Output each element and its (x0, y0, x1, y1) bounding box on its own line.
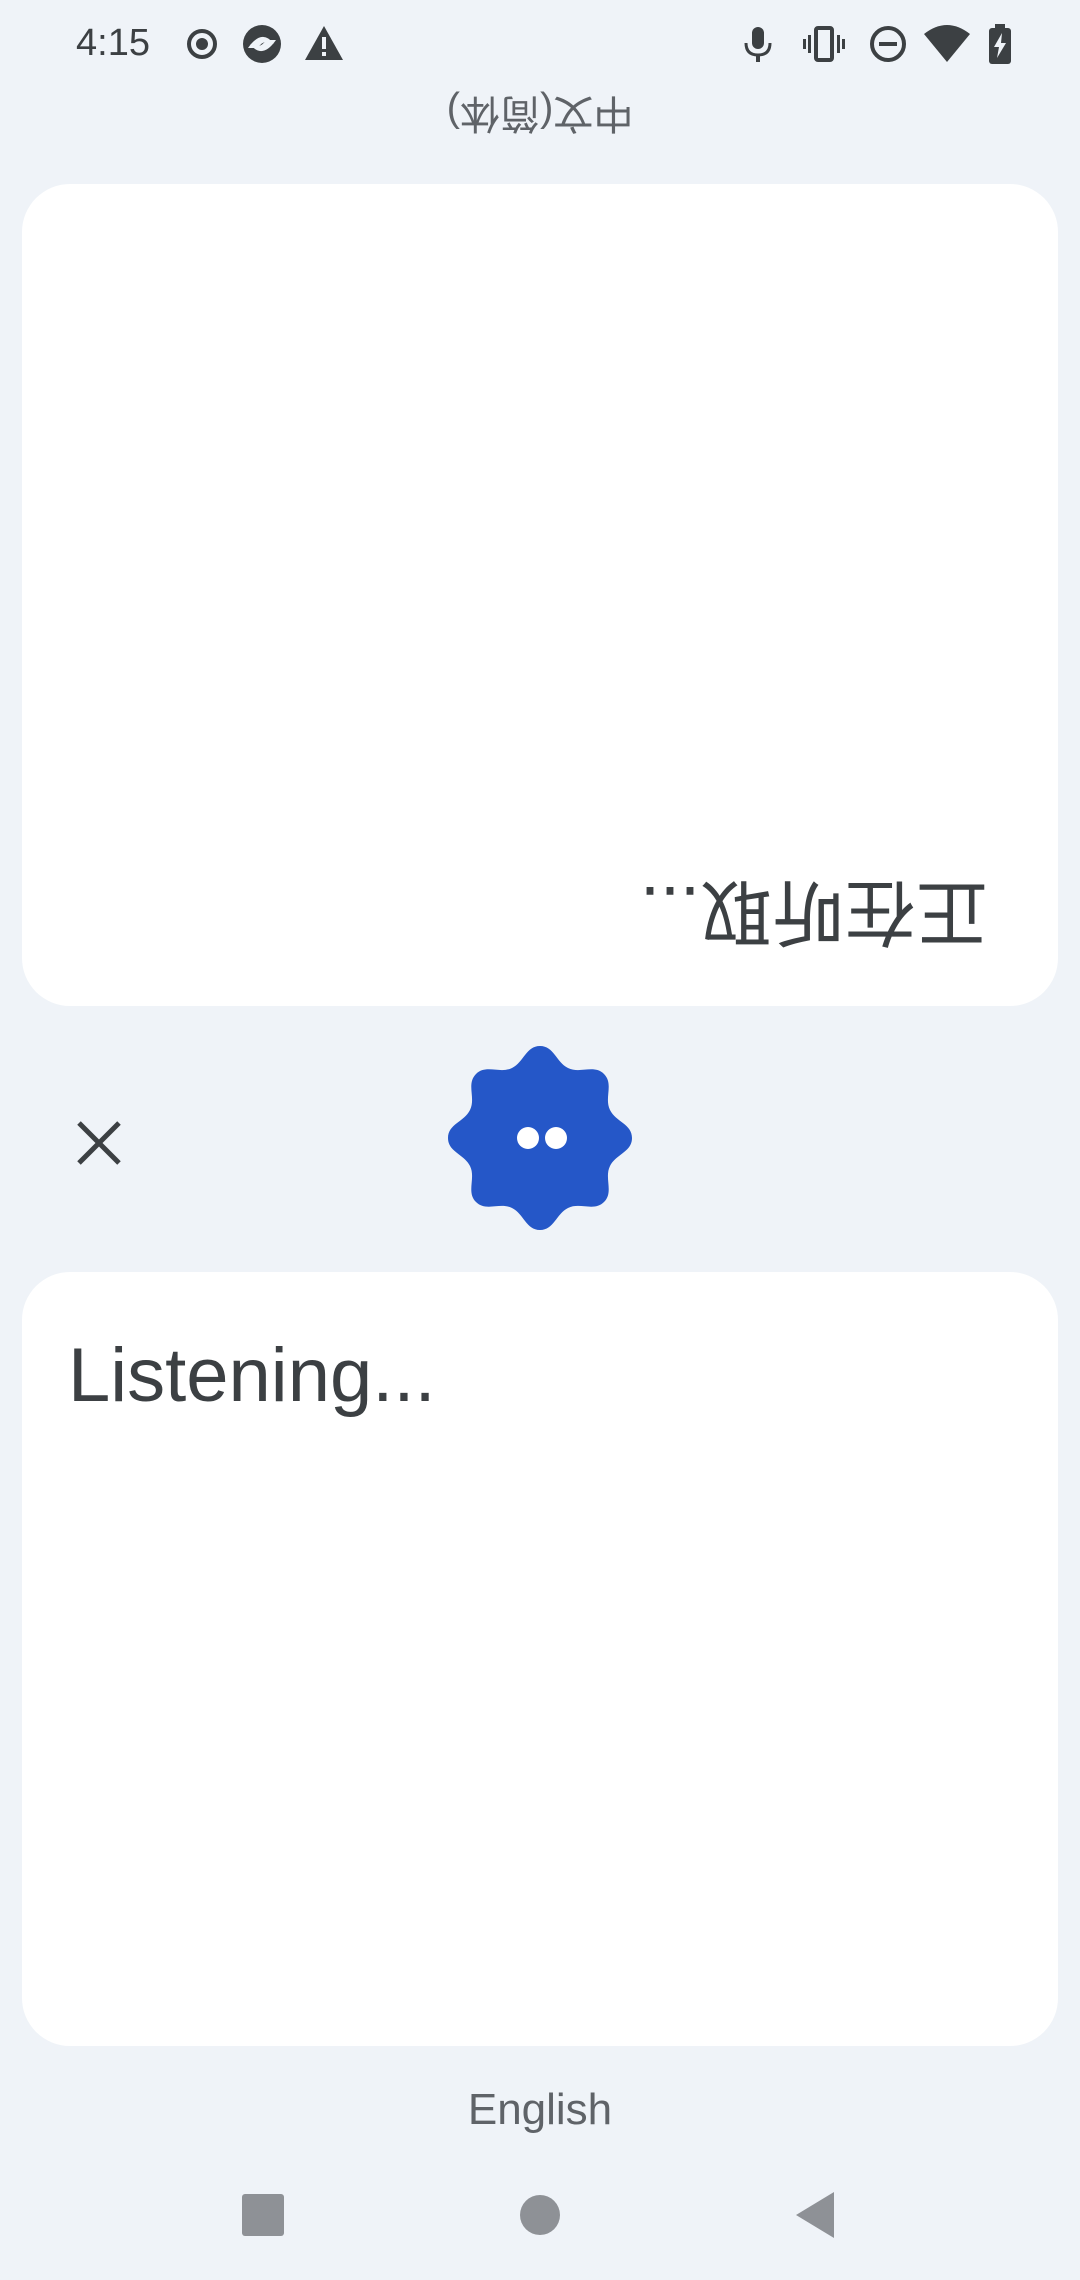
warning-icon (305, 26, 343, 60)
record-icon (187, 29, 217, 59)
bottom-language-label[interactable]: English (0, 2085, 1080, 2135)
bottom-transcript-card: Listening... (22, 1272, 1058, 2046)
top-transcript-card: 正在听取... (22, 184, 1058, 1006)
recents-button[interactable] (228, 2180, 298, 2250)
status-bar: 4:15 (0, 0, 1080, 90)
top-language-label[interactable]: 中文(简体) (0, 88, 1080, 146)
battery-charging-icon (989, 24, 1011, 64)
wifi-icon (924, 25, 970, 62)
close-icon[interactable] (64, 1108, 134, 1178)
back-button[interactable] (782, 2180, 852, 2250)
mic-icon (744, 27, 772, 62)
home-button[interactable] (505, 2180, 575, 2250)
dnd-icon (870, 26, 906, 62)
vibrate-icon (803, 26, 845, 62)
bottom-listening-text: Listening... (68, 1333, 436, 1418)
mic-badge-icon[interactable] (444, 1042, 636, 1234)
top-listening-text: 正在听取... (640, 871, 989, 951)
app-icon (243, 25, 281, 63)
status-time: 4:15 (76, 22, 150, 64)
